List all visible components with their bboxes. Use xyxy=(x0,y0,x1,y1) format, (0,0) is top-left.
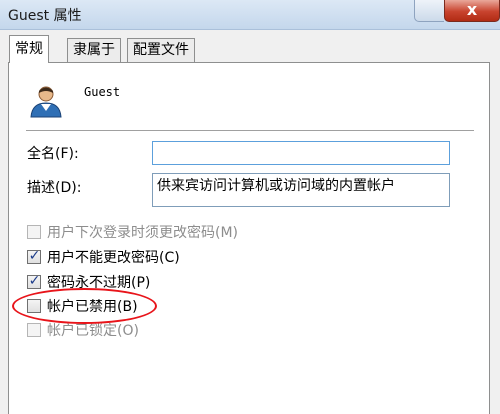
checkbox-box[interactable]: ✓ xyxy=(27,273,41,289)
close-button[interactable]: x xyxy=(444,0,500,22)
title-bar[interactable]: Guest 属性 x xyxy=(0,0,500,30)
checkmark-icon: ✓ xyxy=(28,273,41,289)
tab-general-label: 常规 xyxy=(15,41,43,57)
checkbox-label: 密码永不过期(P) xyxy=(47,275,151,291)
description-input[interactable]: 供来宾访问计算机或访问域的内置帐户 xyxy=(152,173,450,207)
description-label: 描述(D): xyxy=(27,180,82,196)
checkbox-label: 帐户已锁定(O) xyxy=(47,323,139,339)
user-name: Guest xyxy=(84,85,121,99)
window-title: Guest 属性 xyxy=(8,8,82,24)
tab-profile-label: 配置文件 xyxy=(133,42,189,58)
general-panel: Guest 全名(F): 描述(D): 供来宾访问计算机或访问域的内置帐户 用户… xyxy=(8,62,490,414)
close-icon: x xyxy=(466,0,478,19)
checkbox-box[interactable] xyxy=(27,299,41,313)
checkbox-box[interactable]: ✓ xyxy=(27,248,41,264)
fullname-label: 全名(F): xyxy=(27,146,79,162)
checkbox-box[interactable] xyxy=(27,225,41,239)
checkmark-icon: ✓ xyxy=(28,248,41,264)
checkbox-label: 帐户已禁用(B) xyxy=(47,299,138,315)
checkbox-box[interactable] xyxy=(27,323,41,337)
tab-member-of[interactable]: 隶属于 xyxy=(67,38,121,62)
tab-general[interactable]: 常规 xyxy=(9,35,49,63)
checkbox-label: 用户不能更改密码(C) xyxy=(47,250,180,266)
tab-profile[interactable]: 配置文件 xyxy=(127,38,195,62)
fullname-input[interactable] xyxy=(152,141,450,165)
user-icon xyxy=(30,86,62,118)
divider-top xyxy=(26,130,474,132)
checkbox-label: 用户下次登录时须更改密码(M) xyxy=(47,225,239,241)
help-button[interactable] xyxy=(414,0,444,22)
tab-member-of-label: 隶属于 xyxy=(73,42,115,58)
